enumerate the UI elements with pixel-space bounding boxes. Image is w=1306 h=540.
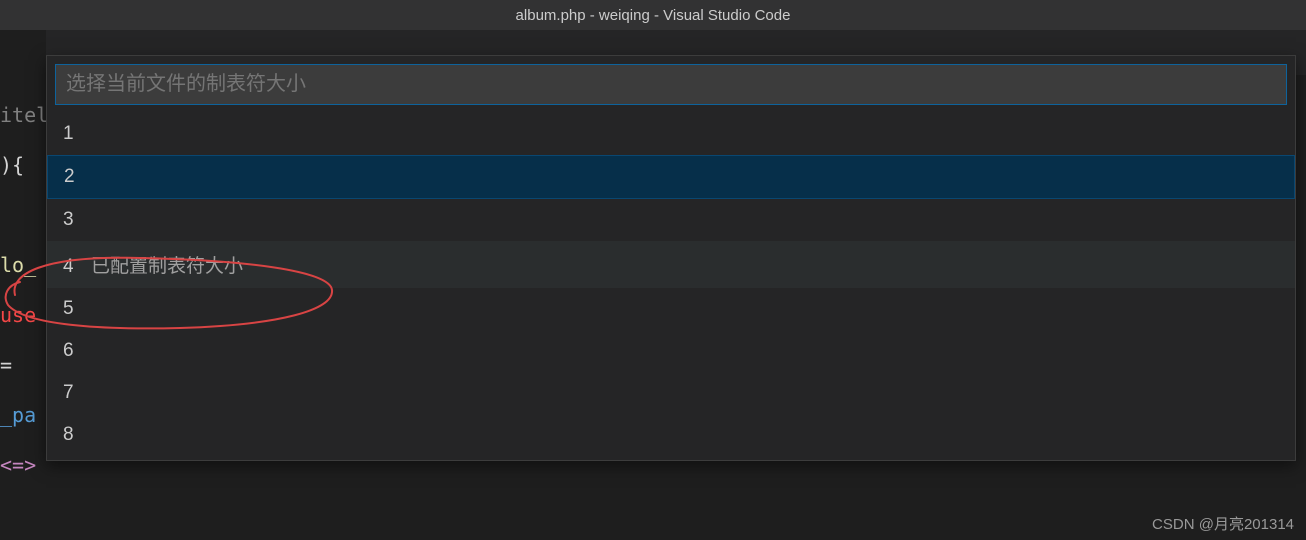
- quick-pick-item-1[interactable]: 1: [47, 113, 1295, 155]
- code-fragment: _pa: [0, 390, 46, 440]
- quick-pick-panel: 1 2 3 4 已配置制表符大小 5 6 7 8: [46, 55, 1296, 461]
- watermark: CSDN @月亮201314: [1152, 513, 1294, 534]
- quick-pick-item-5[interactable]: 5: [47, 288, 1295, 330]
- item-number: 2: [64, 166, 82, 188]
- quick-pick-item-6[interactable]: 6: [47, 330, 1295, 372]
- code-fragment: itele: [0, 90, 46, 140]
- code-fragment: use: [0, 290, 46, 340]
- quick-pick-list: 1 2 3 4 已配置制表符大小 5 6 7 8: [47, 113, 1295, 460]
- quick-pick-item-8[interactable]: 8: [47, 414, 1295, 456]
- title-bar: album.php - weiqing - Visual Studio Code: [0, 0, 1306, 30]
- code-fragment: <=>: [0, 440, 46, 490]
- quick-pick-item-4[interactable]: 4 已配置制表符大小: [47, 241, 1295, 288]
- code-fragment: =: [0, 340, 46, 390]
- quick-pick-input[interactable]: [55, 64, 1287, 105]
- item-number: 4: [63, 256, 81, 278]
- quick-pick-item-2[interactable]: 2: [47, 155, 1295, 199]
- item-number: 3: [63, 209, 81, 231]
- quick-pick-item-7[interactable]: 7: [47, 372, 1295, 414]
- item-description: 已配置制表符大小: [91, 251, 243, 278]
- item-number: 6: [63, 340, 81, 362]
- item-number: 1: [63, 123, 81, 145]
- quick-pick-item-3[interactable]: 3: [47, 199, 1295, 241]
- editor-background: itele ){ lo_ use = _pa <=>: [0, 30, 46, 540]
- item-number: 8: [63, 424, 81, 446]
- window-title: album.php - weiqing - Visual Studio Code: [516, 7, 791, 24]
- item-number: 7: [63, 382, 81, 404]
- code-fragment: [0, 190, 46, 240]
- code-fragment: lo_: [0, 240, 46, 290]
- item-number: 5: [63, 298, 81, 320]
- code-fragment: ){: [0, 140, 46, 190]
